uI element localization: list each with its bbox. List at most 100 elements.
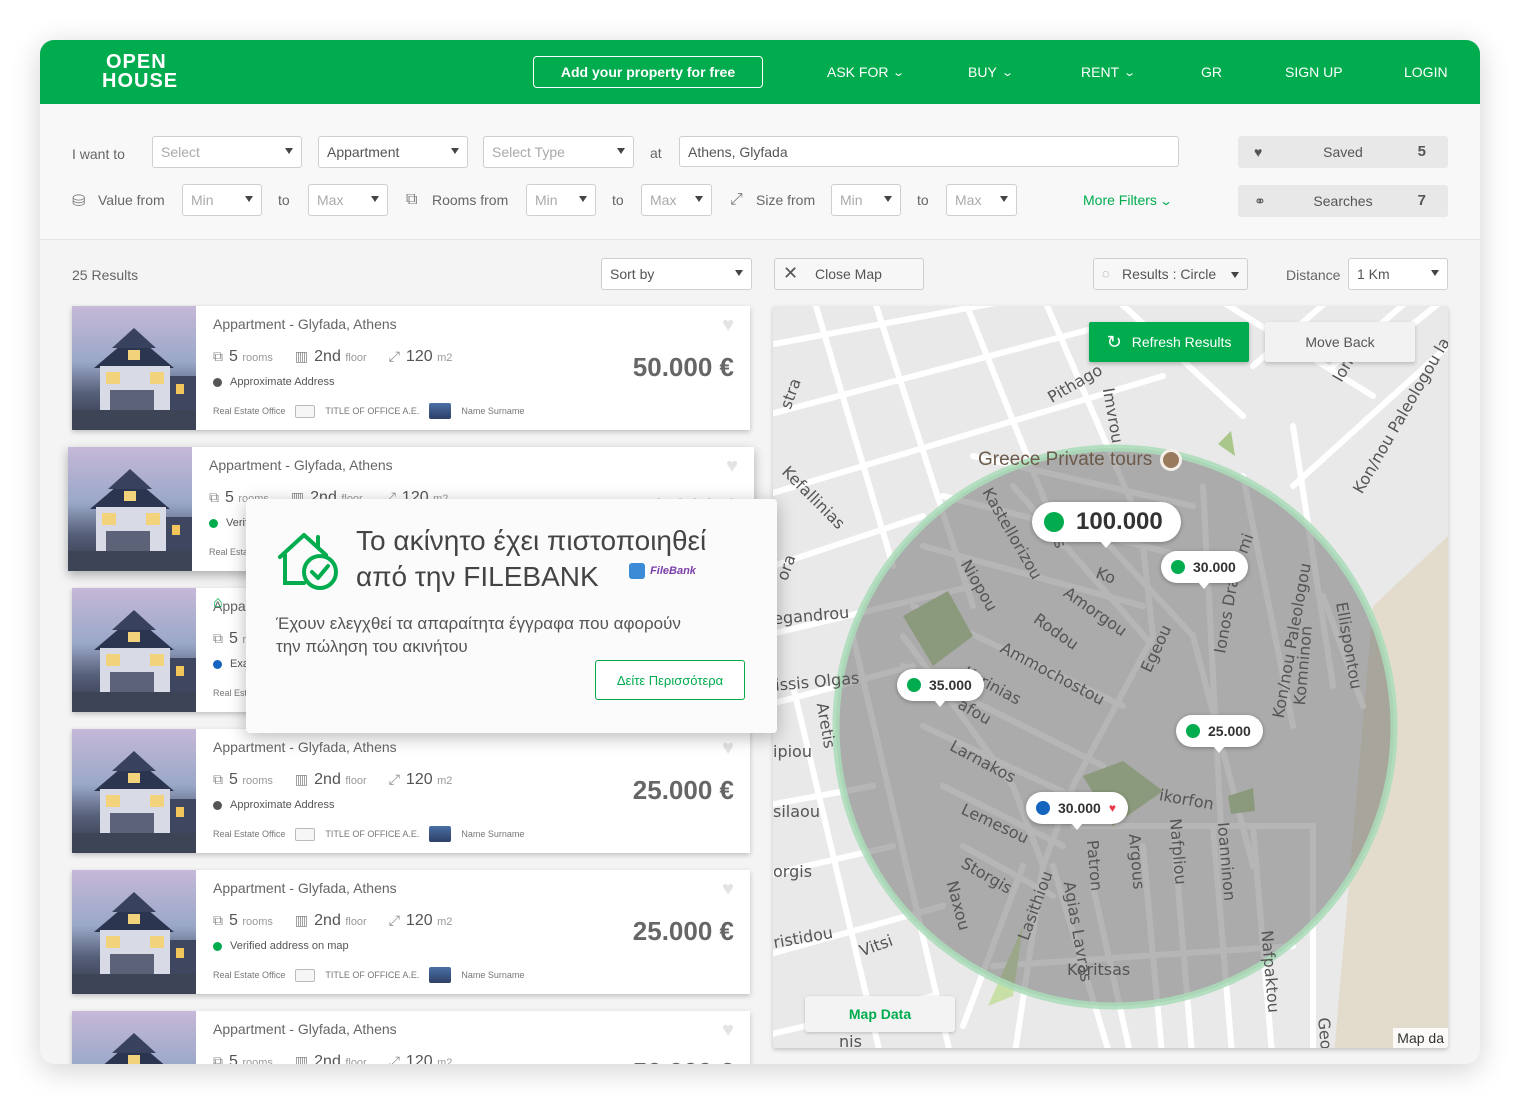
address-status-text: Approximate Address: [230, 799, 335, 811]
results-mode-select[interactable]: ◌ Results : Circle: [1093, 258, 1248, 290]
purpose-select[interactable]: Select: [152, 136, 302, 168]
nav-sign-up[interactable]: SIGN UP: [1285, 64, 1343, 80]
map[interactable]: Pithago Imvrou Kefallinias Kastellorizou…: [773, 306, 1448, 1048]
value-min-select[interactable]: Min: [182, 184, 262, 216]
building-icon: ▥: [294, 348, 309, 364]
floor-unit: floor: [345, 916, 367, 928]
size-spec: ⤢ 120 m2: [389, 771, 453, 789]
size-spec: ⤢ 120 m2: [389, 1053, 453, 1064]
pin-price: 35.000: [929, 677, 972, 693]
agent-name: Name Surname: [461, 406, 525, 416]
size-min-select[interactable]: Min: [831, 184, 901, 216]
value-max-select[interactable]: Max: [308, 184, 388, 216]
move-back-button[interactable]: Move Back: [1265, 322, 1415, 362]
listing-title[interactable]: Appartment - Glyfada, Athens: [213, 739, 397, 755]
rooms-to-label: to: [612, 192, 624, 208]
listing-photo[interactable]: [72, 870, 196, 994]
map-attribution[interactable]: Map da: [1393, 1028, 1448, 1048]
add-property-button[interactable]: Add your property for free: [533, 56, 763, 88]
heart-icon: ♥: [1108, 801, 1116, 815]
favorite-heart-icon[interactable]: ♥: [722, 878, 734, 901]
listing-specs: ⧉ 5 rooms ▥ 2nd floor ⤢ 120 m2: [213, 348, 452, 366]
listing-card[interactable]: Appartment - Glyfada, Athens ♥ ⧉ 5 rooms …: [72, 870, 750, 994]
rooms-min-value: Min: [535, 192, 558, 208]
value-max-value: Max: [317, 192, 344, 208]
listing-title[interactable]: Appartment - Glyfada, Athens: [213, 316, 397, 332]
location-input[interactable]: Athens, Glyfada: [679, 136, 1179, 167]
value-to-label: to: [278, 192, 290, 208]
search-filters: I want to Select Appartment Select Type …: [40, 104, 1480, 240]
category-select[interactable]: Appartment: [318, 136, 468, 168]
distance-select[interactable]: 1 Km: [1348, 258, 1448, 290]
favorite-heart-icon[interactable]: ♥: [726, 455, 738, 478]
nav-login[interactable]: LOGIN: [1404, 64, 1448, 80]
price-pin[interactable]: 100.000: [1032, 502, 1181, 548]
favorite-heart-icon[interactable]: ♥: [722, 1019, 734, 1042]
map-data-button[interactable]: Map Data: [805, 996, 955, 1032]
nav-buy[interactable]: BUY ⌄: [968, 64, 1014, 80]
floor-spec: ▥ 2nd floor: [295, 1053, 367, 1064]
refresh-results-button[interactable]: ↻ Refresh Results: [1089, 322, 1249, 362]
favorite-heart-icon[interactable]: ♥: [722, 314, 734, 337]
listing-photo[interactable]: [72, 729, 196, 853]
more-filters-button[interactable]: More Filters ⌄: [1083, 192, 1173, 208]
verified-house-icon[interactable]: ⌂: [213, 594, 223, 612]
listing-photo[interactable]: [72, 588, 196, 712]
searches-button[interactable]: ⚭ Searches 7: [1238, 185, 1448, 217]
price-pin[interactable]: 25.000: [1176, 715, 1263, 753]
listing-card[interactable]: Appartment - Glyfada, Athens ♥ ⧉ 5 rooms …: [72, 1011, 750, 1064]
logo[interactable]: OPEN HOUSE: [102, 52, 186, 94]
value-icon: ⛁: [72, 193, 86, 210]
sort-select[interactable]: Sort by: [601, 258, 752, 290]
listing-photo[interactable]: [72, 1011, 196, 1064]
popup-title-line1: Το ακίνητο έχει πιστοποιηθεί: [356, 525, 707, 556]
rooms-unit: rooms: [242, 1057, 273, 1064]
nav-language[interactable]: GR: [1201, 64, 1222, 80]
searches-label: Searches: [1313, 193, 1373, 209]
rooms-min-select[interactable]: Min: [526, 184, 596, 216]
listing-specs: ⧉ 5 rooms ▥ 2nd floor ⤢ 120 m2: [213, 771, 452, 789]
listing-price: 50.000 €: [633, 1057, 734, 1064]
rooms-spec: ⧉ 5 rooms: [213, 348, 273, 366]
house-photo: [72, 751, 196, 853]
floor-spec: ▥ 2nd floor: [295, 348, 367, 366]
listing-title[interactable]: Appartment - Glyfada, Athens: [213, 1021, 397, 1037]
listing-photo[interactable]: [72, 306, 196, 430]
listing-title[interactable]: Appartment - Glyfada, Athens: [209, 457, 393, 473]
office-label: Real Estate Office: [213, 829, 286, 839]
location-pin-icon: [1160, 449, 1183, 471]
more-filters-label: More Filters: [1083, 192, 1157, 208]
agent-name: Name Surname: [461, 829, 525, 839]
listing-card[interactable]: Appartment - Glyfada, Athens ♥ ⧉ 5 rooms …: [72, 306, 750, 430]
close-map-button[interactable]: ✕ Close Map: [774, 258, 924, 290]
favorite-heart-icon[interactable]: ♥: [722, 737, 734, 760]
floor-value: 2nd: [314, 771, 341, 788]
price-pin[interactable]: 35.000: [897, 669, 984, 707]
rooms-unit: rooms: [242, 352, 273, 364]
nav-rent[interactable]: RENT ⌄: [1081, 64, 1136, 80]
office-title: TITLE OF OFFICE A.E.: [325, 406, 420, 416]
street-label: orgis: [773, 862, 813, 881]
price-pin[interactable]: 30.000: [1161, 551, 1248, 589]
rooms-max-select[interactable]: Max: [641, 184, 712, 216]
size-spec: ⤢ 120 m2: [389, 912, 453, 930]
price-pin[interactable]: 30.000 ♥: [1026, 792, 1128, 830]
rooms-spec: ⧉ 5 rooms: [213, 1053, 273, 1064]
listing-card[interactable]: Appartment - Glyfada, Athens ♥ ⧉ 5 rooms …: [72, 729, 750, 853]
office-label: Real Estate Office: [213, 970, 286, 980]
type-select[interactable]: Select Type: [483, 136, 634, 168]
top-navbar: OPEN HOUSE Add your property for free AS…: [40, 40, 1480, 104]
rooms-value: 5: [229, 1053, 238, 1064]
nav-ask-for[interactable]: ASK FOR ⌄: [827, 64, 906, 80]
size-to-label: to: [917, 192, 929, 208]
listing-price: 25.000 €: [632, 775, 734, 805]
size-max-select[interactable]: Max: [946, 184, 1017, 216]
listing-title[interactable]: Appartment - Glyfada, Athens: [213, 880, 397, 896]
size-unit: m2: [437, 916, 453, 928]
poi-greece-private-tours[interactable]: Greece Private tours: [978, 449, 1183, 471]
office-logo-icon: [295, 404, 316, 418]
nav-language-label: GR: [1201, 64, 1222, 80]
see-more-button[interactable]: Δείτε Περισσότερα: [595, 660, 745, 700]
saved-button[interactable]: ♥ Saved 5: [1238, 136, 1448, 168]
listing-photo[interactable]: [68, 447, 192, 571]
